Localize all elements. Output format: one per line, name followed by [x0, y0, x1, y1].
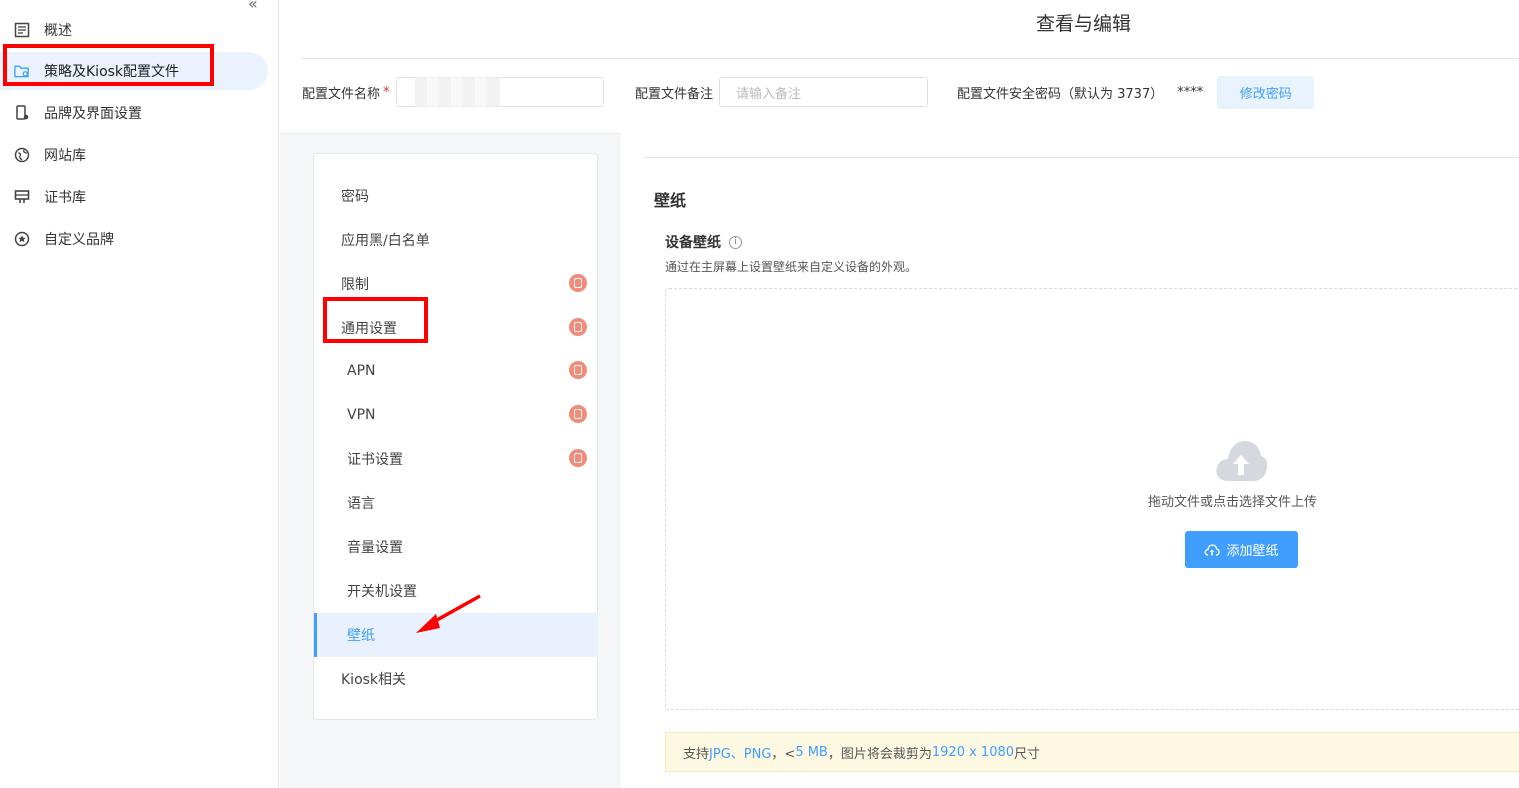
field-description: 通过在主屏幕上设置壁纸来自定义设备的外观。 — [665, 260, 918, 274]
section-title: 壁纸 — [654, 191, 687, 210]
lock-badge-icon — [569, 361, 587, 379]
sidebar-item-label: 品牌及界面设置 — [44, 106, 142, 122]
page-title: 查看与编辑 — [1036, 13, 1132, 35]
profile-name-label: 配置文件名称 — [302, 86, 381, 102]
lock-badge-icon — [569, 449, 587, 467]
left-sidebar: « 概述 策略及Kiosk配置文件 品牌及界面设置 网站库 证书库 自定义品牌 — [0, 0, 279, 788]
sidebar-item-website-library[interactable]: 网站库 — [0, 136, 268, 174]
menu-item-kiosk[interactable]: Kiosk相关 — [314, 657, 598, 701]
certificate-icon — [14, 189, 30, 205]
profile-remark-input[interactable]: 请输入备注 — [719, 77, 929, 107]
menu-item-password[interactable]: 密码 — [314, 174, 598, 218]
lock-badge-icon — [569, 318, 587, 336]
profile-name-input[interactable] — [395, 77, 604, 107]
annotation-box — [3, 44, 214, 86]
profile-password-row: 配置文件安全密码（默认为 3737） **** 修改密码 — [957, 75, 1315, 109]
required-mark: * — [383, 84, 390, 100]
menu-item-app-blacklist[interactable]: 应用黑/白名单 — [314, 218, 598, 262]
annotation-arrow — [416, 594, 481, 633]
divider — [643, 157, 1519, 158]
field-title: 设备壁纸 i — [665, 232, 742, 252]
profile-name-row: 配置文件名称 * — [302, 77, 604, 107]
redacted-value — [414, 77, 501, 107]
menu-item-volume[interactable]: 音量设置 — [314, 525, 598, 569]
annotation-box — [323, 297, 428, 343]
document-icon — [14, 22, 30, 38]
sidebar-item-label: 网站库 — [44, 148, 86, 164]
sidebar-item-label: 自定义品牌 — [44, 232, 114, 248]
menu-item-certificate-settings[interactable]: 证书设置 — [314, 437, 598, 481]
cloud-upload-icon — [1205, 543, 1221, 556]
dropzone-hint: 拖动文件或点击选择文件上传 — [1148, 495, 1318, 510]
divider — [301, 58, 1519, 59]
add-wallpaper-button[interactable]: 添加壁纸 — [1185, 531, 1298, 568]
lock-badge-icon — [569, 405, 587, 423]
phone-settings-icon — [14, 105, 30, 121]
menu-item-language[interactable]: 语言 — [314, 481, 598, 525]
sidebar-item-brand-ui[interactable]: 品牌及界面设置 — [0, 94, 268, 132]
password-value: **** — [1177, 84, 1204, 100]
lock-badge-icon — [569, 274, 587, 292]
sidebar-item-label: 概述 — [44, 23, 72, 39]
star-circle-icon — [14, 231, 30, 247]
sidebar-item-certificate-library[interactable]: 证书库 — [0, 178, 268, 216]
cloud-upload-icon — [1214, 437, 1268, 487]
menu-item-apn[interactable]: APN — [314, 349, 598, 393]
change-password-button[interactable]: 修改密码 — [1217, 75, 1315, 109]
remark-placeholder: 请输入备注 — [736, 86, 802, 102]
profile-remark-label: 配置文件备注 — [635, 86, 714, 102]
sidebar-item-custom-brand[interactable]: 自定义品牌 — [0, 220, 268, 258]
sidebar-item-label: 证书库 — [44, 190, 86, 206]
upload-notice: 支持 JPG、PNG ，< 5 MB ，图片将会裁剪为 1920 x 1080 尺寸 — [665, 732, 1519, 772]
profile-remark-row: 配置文件备注 请输入备注 — [635, 77, 929, 107]
menu-item-vpn[interactable]: VPN — [314, 393, 598, 437]
info-icon[interactable]: i — [729, 235, 742, 249]
globe-icon — [14, 147, 30, 163]
upload-dropzone[interactable] — [665, 288, 1519, 710]
profile-password-label: 配置文件安全密码（默认为 3737） — [957, 86, 1164, 102]
